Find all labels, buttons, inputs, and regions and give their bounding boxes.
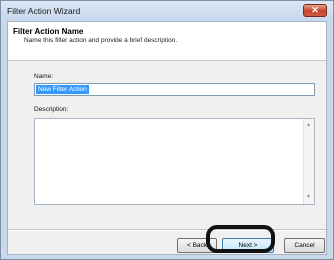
next-button-highlight <box>206 225 275 253</box>
description-label: Description: <box>34 106 69 113</box>
page-title: Filter Action Name <box>13 27 84 36</box>
page-subtitle: Name this filter action and provide a br… <box>24 37 178 44</box>
cancel-button[interactable]: Cancel <box>284 238 325 253</box>
scroll-down-icon[interactable]: ▼ <box>306 194 311 200</box>
name-input[interactable]: New Filter Action <box>34 83 315 96</box>
name-input-value: New Filter Action <box>36 85 89 94</box>
name-label: Name: <box>34 73 54 80</box>
window-title: Filter Action Wizard <box>7 6 81 16</box>
wizard-page: Filter Action Name Name this filter acti… <box>7 21 327 255</box>
description-textarea[interactable]: ▲ ▼ <box>34 118 315 205</box>
filter-action-wizard-window: Filter Action Wizard ✕ Filter Action Nam… <box>0 0 334 260</box>
close-icon: ✕ <box>311 5 319 15</box>
close-button[interactable]: ✕ <box>303 4 327 17</box>
description-scrollbar[interactable]: ▲ ▼ <box>303 119 314 204</box>
footer-divider <box>8 229 326 231</box>
wizard-header: Filter Action Name Name this filter acti… <box>8 22 326 61</box>
scroll-up-icon[interactable]: ▲ <box>306 122 311 128</box>
title-bar[interactable]: Filter Action Wizard ✕ <box>1 1 333 21</box>
